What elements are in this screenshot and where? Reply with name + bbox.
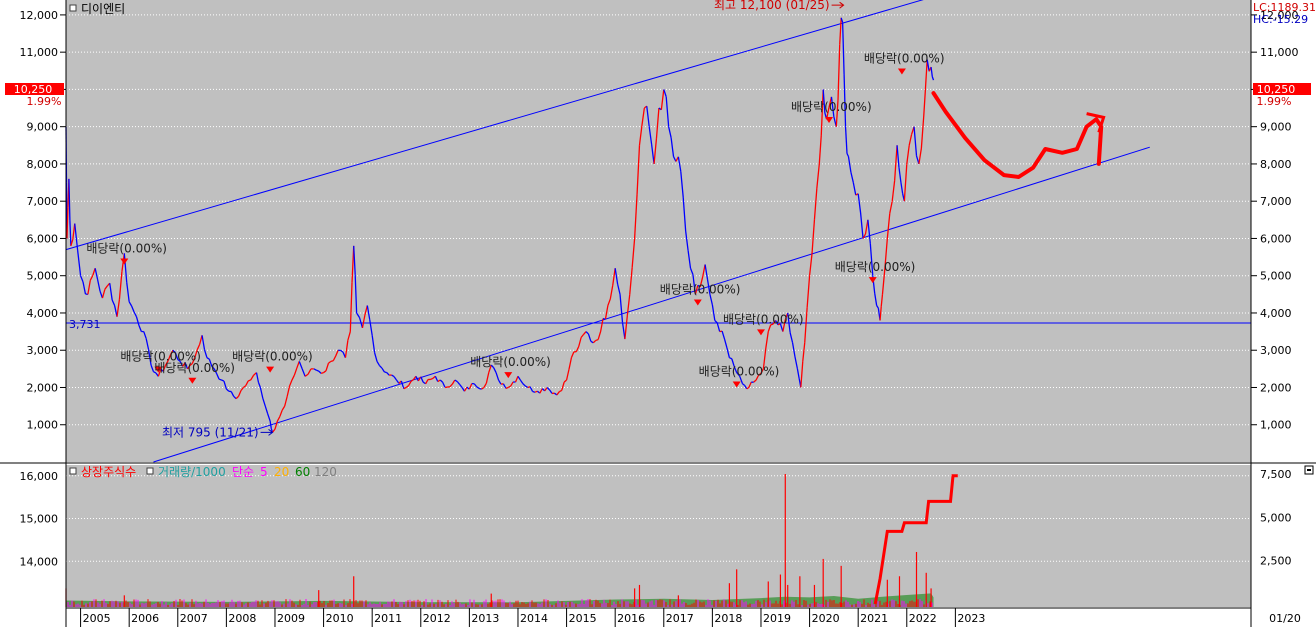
dividend-label: 배당락(0.00%) (232, 350, 313, 364)
x-axis-tick-label: 2006 (131, 612, 159, 625)
x-axis-tick-label: 2007 (180, 612, 208, 625)
price-segment (384, 371, 387, 374)
lc-hc-readout: LC:1189.31 HC:-15.29 (1253, 1, 1316, 26)
x-axis: 2005 2006 2007 2008 2009 2010 2011 2012 2013 2014… (66, 607, 1301, 627)
left-axis-tick-label: 2,000 (27, 381, 59, 394)
volume-panel: 상장주식수 거래량/1000 단순 5 20 60 120 (65, 465, 1314, 607)
left-axis-tick-label: 8,000 (27, 158, 59, 171)
x-axis-tick-label: 2008 (228, 612, 256, 625)
left-price-axis: 1,000 2,000 3,000 4,000 5,000 6,000 7,000 8,000… (20, 9, 66, 432)
legend-ma20: 20 (274, 465, 289, 479)
volume-legend: 상장주식수 거래량/1000 단순 5 20 60 120 (69, 465, 337, 479)
volume-left-tick-label: 14,000 (20, 555, 59, 568)
right-axis-tick-label: 6,000 (1260, 232, 1292, 245)
x-axis-tick-label: 2018 (714, 612, 742, 625)
legend-checkbox-icon[interactable] (69, 467, 77, 475)
x-axis-tick-label: 2020 (812, 612, 840, 625)
right-axis-tick-label: 9,000 (1260, 121, 1292, 134)
right-axis-tick-label: 3,000 (1260, 344, 1292, 357)
price-segment (505, 386, 509, 389)
left-axis-tick-label: 3,000 (27, 344, 59, 357)
dividend-label: 배당락(0.00%) (154, 361, 235, 375)
x-axis-tick-label: 2019 (763, 612, 791, 625)
x-axis-tick-label: 2022 (909, 612, 937, 625)
left-axis-tick-label: 1,000 (27, 419, 59, 432)
left-change-label: 1.99% (27, 95, 62, 108)
price-segment (330, 360, 334, 363)
low-annotation-label: 최저 795 (11/21) (162, 425, 259, 439)
left-volume-axis: 14,000 15,000 16,000 (20, 470, 59, 568)
legend-checkbox-icon[interactable] (146, 467, 154, 475)
chart-title-text: 디이엔티 (81, 2, 125, 16)
legend-listed-shares: 상장주식수 (81, 465, 136, 479)
price-segment (478, 387, 482, 390)
dividend-label: 배당락(0.00%) (723, 312, 804, 326)
dividend-label: 배당락(0.00%) (835, 260, 916, 274)
panel-close-icon-glyph (1307, 469, 1311, 471)
x-axis-tick-label: 2014 (520, 612, 548, 625)
dividend-label: 배당락(0.00%) (660, 283, 741, 297)
x-axis-tick-label: 2013 (471, 612, 499, 625)
stock-chart: 배당락(0.00%)배당락(0.00%)배당락(0.00%)배당락(0.00%)… (0, 0, 1316, 627)
legend-ma60: 60 (295, 465, 310, 479)
support-level-label: 3,731 (69, 318, 101, 331)
right-axis-tick-label: 11,000 (1260, 46, 1299, 59)
high-annotation-label: 최고 12,100 (01/25) (714, 0, 830, 12)
x-axis-tick-label: 2010 (326, 612, 354, 625)
price-segment (248, 379, 251, 382)
volume-panel-background (66, 465, 1251, 607)
right-axis-tick-label: 7,000 (1260, 195, 1292, 208)
price-segment (595, 338, 599, 342)
x-axis-tick-label: 2005 (83, 612, 111, 625)
x-axis-tick-label: 2012 (423, 612, 451, 625)
volume-left-tick-label: 15,000 (20, 513, 59, 526)
volume-right-tick-label: 2,500 (1260, 555, 1292, 568)
left-axis-tick-label: 6,000 (27, 232, 59, 245)
left-axis-tick-label: 12,000 (20, 9, 59, 22)
x-axis-tick-label: 2015 (569, 612, 597, 625)
right-axis-tick-label: 2,000 (1260, 381, 1292, 394)
x-axis-tick-label: 2023 (957, 612, 985, 625)
x-axis-tick-label: 2017 (666, 612, 694, 625)
legend-ma120: 120 (314, 465, 337, 479)
legend-ma5: 5 (260, 465, 268, 479)
volume-left-tick-label: 16,000 (20, 470, 59, 483)
price-segment (532, 390, 536, 393)
right-axis-tick-label: 5,000 (1260, 270, 1292, 283)
price-panel-background (66, 0, 1251, 462)
dividend-label: 배당락(0.00%) (864, 52, 945, 66)
left-axis-tick-label: 11,000 (20, 46, 59, 59)
legend-volume: 거래량/1000 (158, 465, 226, 479)
volume-right-tick-label: 7,500 (1260, 468, 1292, 481)
right-change-label: 1.99% (1257, 95, 1292, 108)
hc-label: HC:-15.29 (1253, 13, 1308, 26)
left-axis-tick-label: 9,000 (27, 121, 59, 134)
price-panel: 배당락(0.00%)배당락(0.00%)배당락(0.00%)배당락(0.00%)… (65, 0, 1251, 463)
title-checkbox-icon[interactable] (69, 4, 77, 12)
right-axis-tick-label: 8,000 (1260, 158, 1292, 171)
right-axis-tick-label: 4,000 (1260, 307, 1292, 320)
dividend-label: 배당락(0.00%) (470, 355, 551, 369)
x-axis-tick-label: 2016 (617, 612, 645, 625)
price-segment (320, 371, 324, 374)
right-volume-axis: 2,500 5,000 7,500 (1260, 468, 1292, 568)
x-axis-tick-label: 2009 (277, 612, 305, 625)
volume-right-tick-label: 5,000 (1260, 511, 1292, 524)
dividend-label: 배당락(0.00%) (86, 242, 167, 256)
left-axis-tick-label: 7,000 (27, 195, 59, 208)
x-axis-right-label: 01/20 (1269, 612, 1301, 625)
x-axis-tick-label: 2021 (860, 612, 888, 625)
price-segment (218, 378, 222, 381)
right-price-axis: 1,000 2,000 3,000 4,000 5,000 6,000 7,000 8,000… (1251, 9, 1299, 432)
x-axis-tick-label: 2011 (374, 612, 402, 625)
right-axis-tick-label: 1,000 (1260, 419, 1292, 432)
dividend-label: 배당락(0.00%) (791, 100, 872, 114)
legend-simple: 단순 (232, 465, 254, 479)
left-axis-tick-label: 4,000 (27, 307, 59, 320)
left-axis-tick-label: 5,000 (27, 270, 59, 283)
dividend-label: 배당락(0.00%) (699, 364, 780, 378)
